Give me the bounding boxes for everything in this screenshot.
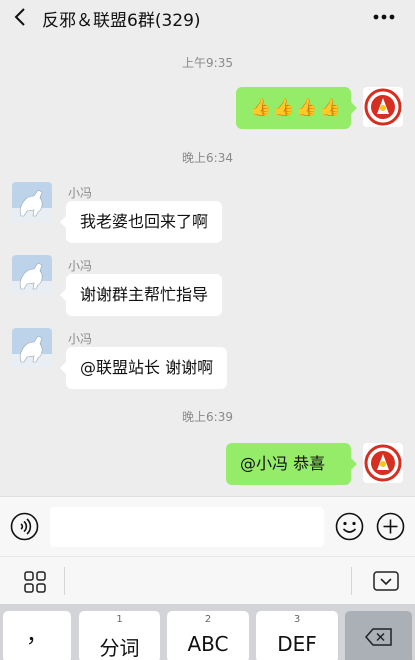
sender-name: 小冯: [68, 332, 93, 346]
message-input-bar: [0, 496, 415, 556]
keyboard-toolbar: [0, 556, 415, 604]
message-input[interactable]: [50, 507, 324, 547]
key-1[interactable]: 1 分词: [79, 611, 160, 660]
chat-title: 反邪＆联盟6群(329): [42, 11, 201, 31]
horse-avatar[interactable]: [12, 328, 52, 368]
incoming-message-bubble[interactable]: 谢谢群主帮忙指导: [59, 274, 223, 316]
keyboard-collapse-icon[interactable]: [373, 571, 399, 591]
timestamp: 晚上6:39: [182, 410, 233, 424]
incoming-message-bubble[interactable]: @联盟站长 谢谢啊: [59, 347, 228, 389]
key-label: ，: [25, 623, 48, 648]
sender-name: 小冯: [68, 186, 93, 200]
incoming-message-bubble[interactable]: 我老婆也回来了啊: [59, 201, 223, 243]
key-label: 分词: [99, 636, 140, 660]
key-number: 1: [116, 614, 123, 625]
timestamp: 上午9:35: [182, 56, 233, 70]
key-label: DEF: [277, 632, 317, 656]
key-number: 3: [293, 614, 301, 625]
key-number: 2: [204, 614, 212, 625]
chevron-left-icon[interactable]: [14, 8, 26, 26]
divider: [351, 567, 352, 595]
backspace-key[interactable]: [345, 611, 412, 660]
voice-icon[interactable]: [10, 512, 39, 541]
key-comma[interactable]: ，: [3, 611, 71, 660]
keyboard: ， 1 分词 2 ABC 3 DEF: [0, 604, 415, 660]
backspace-icon: [365, 628, 392, 646]
divider: [64, 567, 65, 595]
timestamp: 晚上6:34: [182, 151, 233, 165]
sender-name: 小冯: [68, 259, 93, 273]
emoji-icon[interactable]: [335, 512, 364, 541]
key-2[interactable]: 2 ABC: [167, 611, 249, 660]
horse-avatar[interactable]: [12, 182, 52, 222]
key-3[interactable]: 3 DEF: [256, 611, 338, 660]
outgoing-message-bubble[interactable]: @小冯 恭喜: [226, 443, 357, 485]
group-logo-avatar[interactable]: [363, 87, 403, 127]
key-label: ABC: [187, 632, 229, 656]
message-list: 上午9:35 👍👍👍👍 晚上6:34 小冯 我老婆也回来了啊 小冯 谢谢群主帮忙…: [0, 34, 415, 496]
more-dots-icon[interactable]: [373, 14, 395, 20]
chat-header: 反邪＆联盟6群(329): [0, 0, 415, 34]
outgoing-message-bubble[interactable]: 👍👍👍👍: [236, 87, 357, 129]
group-logo-avatar[interactable]: [363, 443, 403, 483]
plus-icon[interactable]: [376, 512, 405, 541]
apps-grid-icon[interactable]: [24, 571, 46, 593]
horse-avatar[interactable]: [12, 255, 52, 295]
